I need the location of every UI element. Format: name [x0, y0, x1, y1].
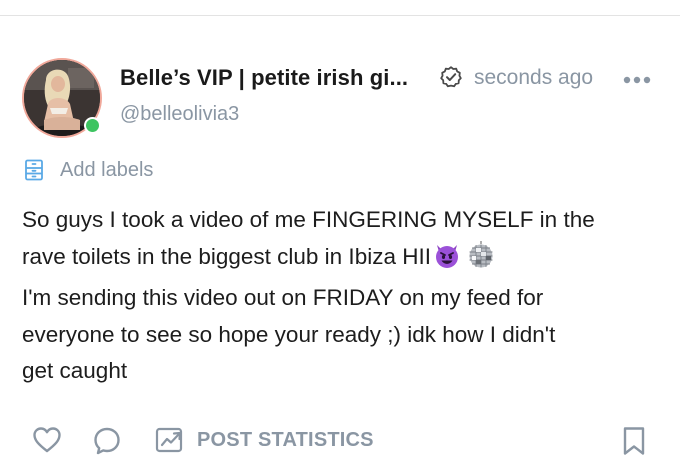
more-dots-icon[interactable]: [622, 75, 652, 85]
post-text-line: get caught: [22, 358, 128, 383]
post-timestamp: seconds ago: [474, 66, 594, 89]
disco-ball-emoji: [467, 240, 495, 281]
heart-icon[interactable]: [32, 426, 62, 454]
post-text-line: rave toilets in the biggest club in Ibiz…: [22, 243, 431, 269]
statistics-chart-icon: [155, 427, 183, 453]
avatar-container[interactable]: [22, 58, 108, 144]
label-tag-icon: [25, 159, 43, 181]
top-divider: [0, 15, 680, 16]
post-body: So guys I took a video of me FINGERING M…: [22, 202, 662, 390]
add-labels-button[interactable]: Add labels: [22, 157, 153, 183]
add-labels-text: Add labels: [60, 158, 154, 181]
bookmark-icon[interactable]: [622, 426, 646, 456]
post-statistics-label: POST STATISTICS: [197, 428, 374, 451]
comment-bubble-icon[interactable]: [92, 426, 122, 456]
verified-badge-icon: [440, 66, 462, 88]
smiling-devil-emoji: [433, 241, 461, 281]
post-text-line-with-emojis: rave toilets in the biggest club in Ibiz…: [22, 239, 662, 281]
post-text-line: everyone to see so hope your ready ;) id…: [22, 321, 556, 347]
online-status-indicator: [84, 117, 101, 134]
post-text-line: I'm sending this video out on FRIDAY on …: [22, 285, 544, 310]
author-username[interactable]: @belleolivia3: [120, 103, 239, 126]
post-text-line: So guys I took a video of me FINGERING M…: [22, 207, 595, 232]
author-display-name[interactable]: Belle’s VIP | petite irish gi...: [120, 65, 408, 91]
post-statistics-button[interactable]: POST STATISTICS: [155, 426, 374, 454]
post-header: Belle’s VIP | petite irish gi... seconds…: [22, 58, 662, 140]
post-actions-bar: POST STATISTICS: [0, 418, 680, 458]
